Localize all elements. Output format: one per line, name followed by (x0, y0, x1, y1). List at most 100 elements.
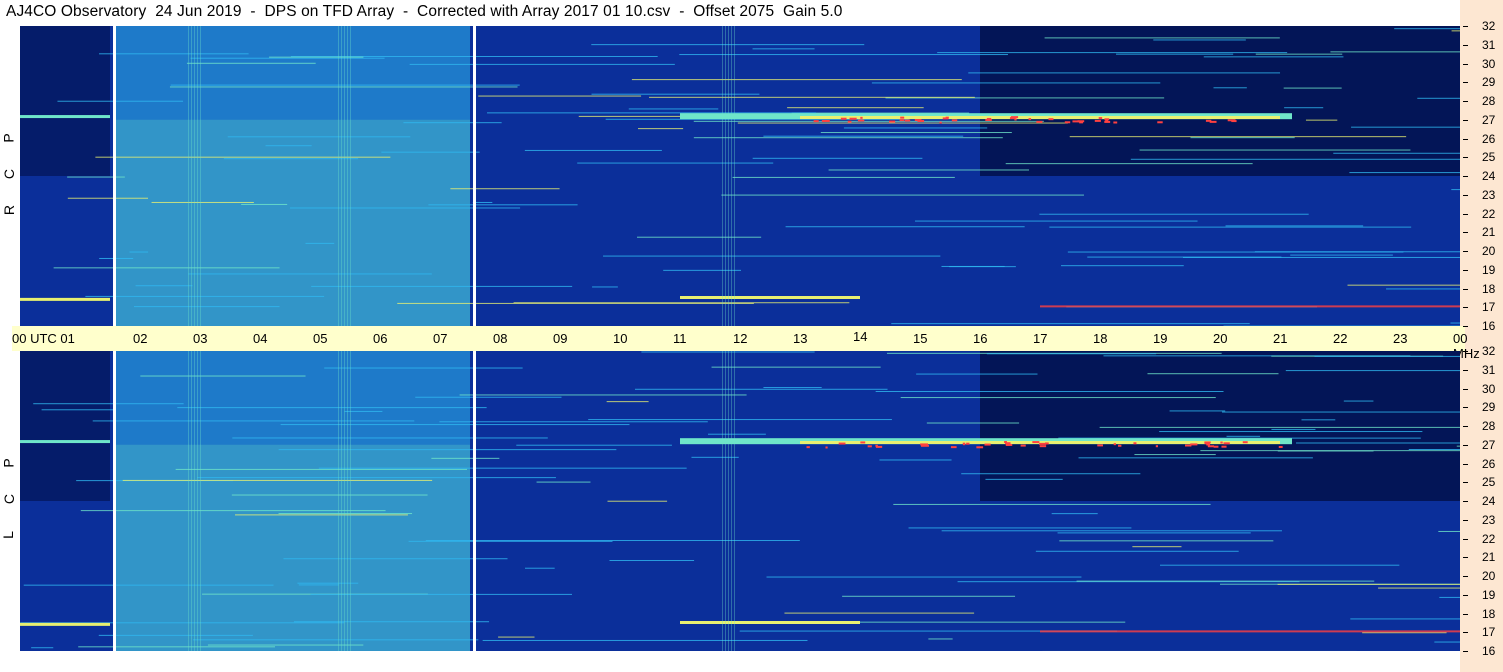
frequency-tick (1463, 157, 1468, 158)
band-hotspot (849, 117, 857, 120)
spectral-line (1333, 152, 1460, 154)
spectral-line (227, 136, 411, 138)
spectral-line (1169, 410, 1226, 412)
spectral-line (1417, 97, 1460, 99)
spectral-line (99, 53, 249, 55)
band-hotspot (920, 443, 929, 446)
spectral-line (871, 82, 1161, 84)
band-hotspot (860, 441, 866, 444)
spectral-line (53, 267, 280, 269)
interference-stripe (338, 351, 339, 651)
band-hotspot (966, 442, 970, 445)
spectral-line (524, 567, 555, 569)
frequency-tick-label: 19 (1482, 263, 1496, 277)
spectral-line (941, 265, 1005, 267)
spectral-line (908, 527, 1132, 529)
interference-stripe (725, 26, 726, 326)
interference-stripe (338, 26, 339, 326)
spectral-line (628, 108, 719, 110)
spectral-line (1147, 373, 1279, 375)
quiet-period-lower-cell (116, 444, 470, 651)
frequency-tick (1463, 101, 1468, 102)
frequency-tick-label: 28 (1482, 94, 1496, 108)
spectral-line (900, 397, 1216, 399)
frequency-tick (1463, 520, 1468, 521)
spectral-line (129, 251, 149, 253)
band-hotspot (1079, 121, 1084, 124)
spectral-line (524, 149, 662, 151)
spectral-line (192, 639, 479, 641)
band-hotspot (1113, 443, 1116, 446)
frequency-tick-label: 31 (1482, 38, 1496, 52)
frequency-tick-label: 31 (1482, 363, 1496, 377)
frequency-tick (1463, 307, 1468, 308)
band-hotspot (838, 442, 846, 445)
title-bar: AJ4CO Observatory 24 Jun 2019 - DPS on T… (0, 0, 1460, 26)
band-hotspot (1157, 121, 1163, 124)
frequency-tick (1463, 351, 1468, 352)
band-hotspot (976, 446, 984, 449)
frequency-tick (1463, 370, 1468, 371)
spectral-line (235, 514, 408, 516)
band-hotspot (984, 443, 991, 446)
band-hotspot (806, 446, 810, 449)
interference-stripe (188, 26, 189, 326)
spectral-line (170, 84, 520, 86)
band-hotspot (1133, 442, 1137, 445)
spectral-line (1159, 431, 1423, 433)
frequency-tick (1463, 482, 1468, 483)
lcp-spectrogram (20, 351, 1460, 651)
frequency-tick-label: 32 (1482, 19, 1496, 33)
spectral-line (297, 582, 359, 584)
spectral-line (186, 62, 316, 64)
spectral-line (843, 127, 988, 129)
frequency-tick-label: 26 (1482, 132, 1496, 146)
frequency-tick-label: 17 (1482, 625, 1496, 639)
spectral-line (928, 638, 953, 640)
spectral-line (606, 401, 649, 403)
spectral-line (381, 151, 480, 153)
band-hotspot (847, 120, 852, 123)
frequency-tick (1463, 595, 1468, 596)
spectral-line (1069, 136, 1407, 138)
frequency-tick (1463, 407, 1468, 408)
frequency-tick-label: 22 (1482, 207, 1496, 221)
time-tick-label: 11 (673, 331, 687, 346)
spectral-line (1351, 126, 1460, 128)
frequency-tick-label: 27 (1482, 438, 1496, 452)
lower-burst (1040, 305, 1460, 308)
spectral-line (820, 132, 1012, 134)
time-tick-label: 23 (1393, 331, 1408, 346)
lcp-spectrogram-canvas (20, 351, 1460, 651)
spectral-line (1277, 583, 1460, 585)
spectral-line (693, 137, 1003, 139)
time-tick-label: 04 (253, 331, 268, 346)
interference-stripe (731, 351, 732, 651)
spectral-line (1295, 442, 1460, 444)
spectral-line (607, 500, 668, 502)
band-hotspot (1221, 445, 1227, 448)
spectral-line (135, 285, 193, 287)
spectral-line (397, 302, 754, 304)
spectral-line (1456, 445, 1460, 447)
time-tick-label: 03 (193, 331, 208, 346)
band-segment (20, 440, 110, 444)
band-hotspot (1155, 445, 1158, 448)
band-hotspot (1010, 116, 1019, 119)
spectral-line (318, 467, 687, 469)
band-hotspot (1185, 444, 1192, 447)
time-tick-label: 13 (793, 331, 808, 346)
frequency-tick-label: 22 (1482, 532, 1496, 546)
spectral-line (1285, 370, 1460, 372)
lower-burst (20, 622, 110, 626)
frequency-tick (1463, 389, 1468, 390)
spectral-line (1049, 226, 1412, 228)
spectral-line (278, 513, 413, 515)
spectral-line (631, 79, 962, 81)
interference-stripe (200, 26, 201, 326)
lcp-label-letter: L (0, 531, 16, 539)
spectral-line (1434, 641, 1460, 643)
frequency-tick-label: 27 (1482, 113, 1496, 127)
spectral-line (1271, 428, 1316, 430)
spectral-line (1277, 450, 1374, 452)
